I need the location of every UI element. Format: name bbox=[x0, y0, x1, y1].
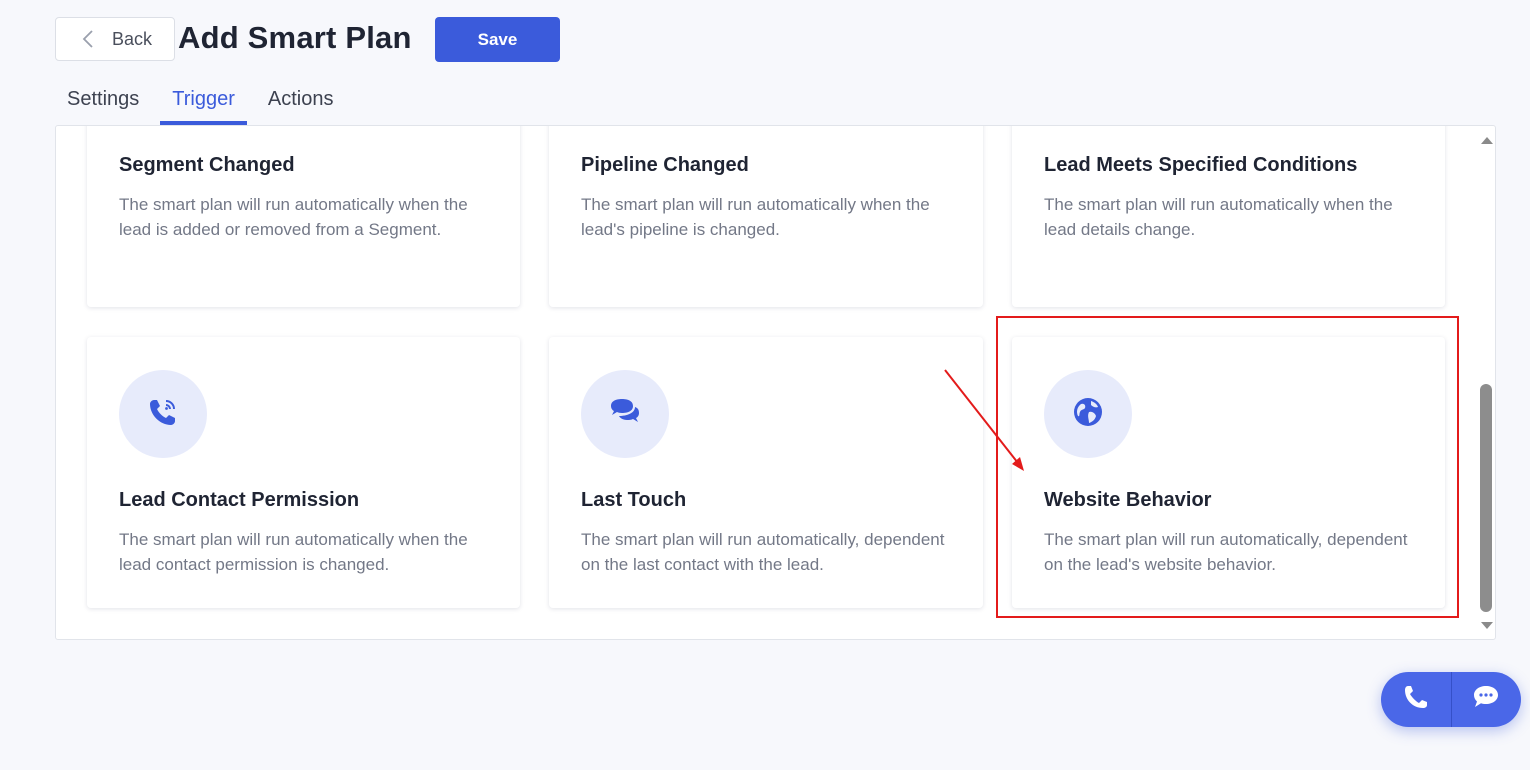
card-description: The smart plan will run automatically wh… bbox=[119, 195, 468, 239]
card-title: Pipeline Changed bbox=[581, 154, 749, 176]
tab-settings[interactable]: Settings bbox=[55, 84, 151, 121]
chat-bubbles-icon bbox=[608, 396, 642, 433]
phone-wifi-icon bbox=[146, 395, 180, 434]
card-description: The smart plan will run automatically, d… bbox=[581, 530, 945, 574]
scroll-up-arrow-icon[interactable] bbox=[1481, 137, 1493, 144]
page: Back Add Smart Plan Save Settings Trigge… bbox=[0, 0, 1530, 770]
tab-trigger[interactable]: Trigger bbox=[160, 84, 247, 125]
card-title: Lead Meets Specified Conditions bbox=[1044, 154, 1358, 176]
card-description: The smart plan will run automatically, d… bbox=[1044, 530, 1408, 574]
card-description: The smart plan will run automatically wh… bbox=[1044, 195, 1393, 239]
card-title: Website Behavior bbox=[1044, 489, 1212, 511]
trigger-card-lead-contact-permission[interactable]: Lead Contact Permission The smart plan w… bbox=[87, 337, 520, 608]
card-description: The smart plan will run automatically wh… bbox=[581, 195, 930, 239]
trigger-icon-circle bbox=[119, 370, 207, 458]
back-label: Back bbox=[112, 28, 153, 49]
phone-icon bbox=[1402, 683, 1430, 716]
scroll-down-arrow-icon[interactable] bbox=[1481, 622, 1493, 629]
scrollbar-thumb[interactable] bbox=[1480, 384, 1492, 612]
chat-icon bbox=[1471, 683, 1501, 716]
trigger-card-website-behavior[interactable]: Website Behavior The smart plan will run… bbox=[1012, 337, 1445, 608]
card-title: Lead Contact Permission bbox=[119, 489, 360, 511]
chevron-left-icon bbox=[82, 29, 98, 49]
card-title: Segment Changed bbox=[119, 154, 295, 176]
globe-icon bbox=[1072, 396, 1104, 433]
call-button[interactable] bbox=[1381, 672, 1451, 727]
trigger-card-last-touch[interactable]: Last Touch The smart plan will run autom… bbox=[549, 337, 983, 608]
trigger-list-panel: Segment Changed The smart plan will run … bbox=[55, 125, 1496, 640]
trigger-card-segment-changed[interactable]: Segment Changed The smart plan will run … bbox=[87, 126, 520, 307]
tab-actions[interactable]: Actions bbox=[256, 84, 346, 121]
contact-widget bbox=[1381, 672, 1521, 727]
card-description: The smart plan will run automatically wh… bbox=[119, 530, 468, 574]
save-button[interactable]: Save bbox=[435, 17, 560, 62]
back-button[interactable]: Back bbox=[55, 17, 175, 61]
trigger-icon-circle bbox=[1044, 370, 1132, 458]
page-title: Add Smart Plan bbox=[178, 20, 412, 55]
trigger-icon-circle bbox=[581, 370, 669, 458]
tab-bar: Settings Trigger Actions bbox=[55, 84, 354, 125]
card-title: Last Touch bbox=[581, 489, 687, 511]
trigger-card-lead-meets-conditions[interactable]: Lead Meets Specified Conditions The smar… bbox=[1012, 126, 1445, 307]
chat-button[interactable] bbox=[1452, 672, 1522, 727]
trigger-card-pipeline-changed[interactable]: Pipeline Changed The smart plan will run… bbox=[549, 126, 983, 307]
